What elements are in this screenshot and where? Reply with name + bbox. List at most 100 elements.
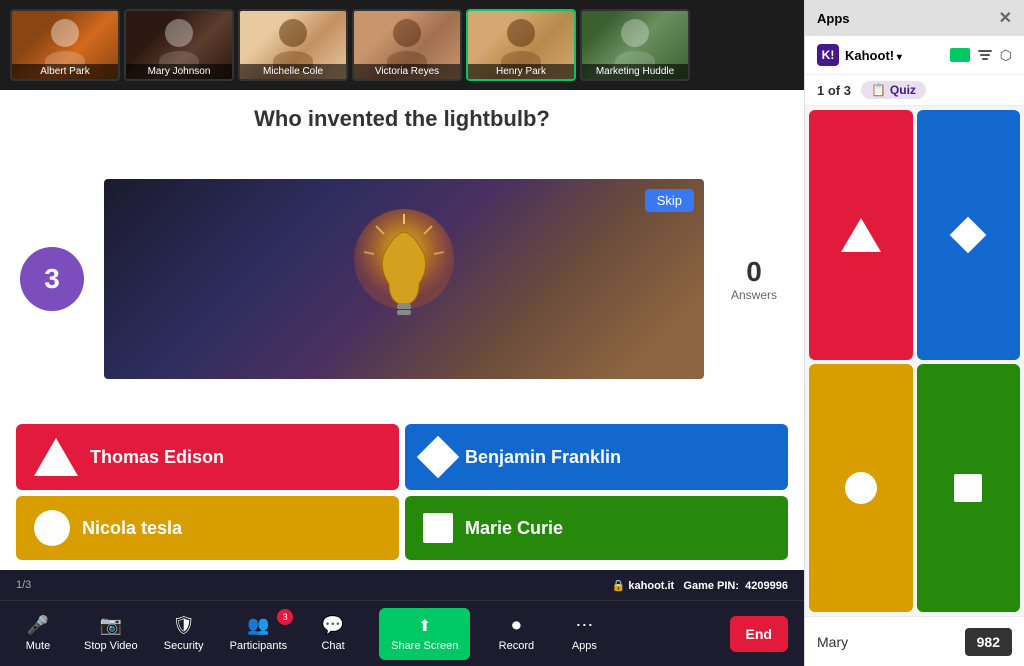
answers-grid: Thomas Edison Benjamin Franklin Nicola t… <box>0 416 804 570</box>
circle-shape-icon <box>845 472 877 504</box>
filter-line-3 <box>982 58 988 60</box>
answer-button-nicola[interactable]: Nicola tesla <box>16 496 399 560</box>
answer-button-benjamin[interactable]: Benjamin Franklin <box>405 424 788 490</box>
answers-label: Answers <box>724 288 784 302</box>
record-icon: ⏺ <box>512 615 521 636</box>
footer-pin-number: 4209996 <box>745 580 788 592</box>
close-icon[interactable]: ✕ <box>999 8 1012 28</box>
kahoot-sidebar: Apps ✕ K! Kahoot! ⬡ <box>804 0 1024 666</box>
answer-square-red[interactable] <box>809 110 913 360</box>
chat-icon: 💬 <box>322 615 344 636</box>
score-player-name: Mary <box>817 634 848 650</box>
score-value: 982 <box>965 628 1012 656</box>
kahoot-content: Who invented the lightbulb? 3 <box>0 90 804 600</box>
camera-icon: 📷 <box>100 615 122 636</box>
toolbar-record[interactable]: ⏺ Record <box>494 615 538 652</box>
skip-button[interactable]: Skip <box>645 189 694 212</box>
toolbar-mute[interactable]: 🎤 Mute <box>16 615 60 652</box>
answer-button-marie[interactable]: Marie Curie <box>405 496 788 560</box>
mic-icon: 🎤 <box>27 615 49 636</box>
toolbar-mute-label: Mute <box>26 640 50 652</box>
footer-pin: 🔒 kahoot.it Game PIN: 4209996 <box>612 579 788 592</box>
quiz-badge-emoji: 📋 <box>871 83 886 97</box>
answer-text-marie: Marie Curie <box>465 518 563 539</box>
apps-icon: ⋯ <box>575 615 593 636</box>
toolbar-share-screen[interactable]: ⬆ Share Screen <box>379 608 470 660</box>
toolbar-apps[interactable]: ⋯ Apps <box>562 615 606 652</box>
answer-square-blue[interactable] <box>917 110 1021 360</box>
video-name-albert: Albert Park <box>12 64 118 79</box>
lock-icon: 🔒 <box>612 580 626 592</box>
video-thumb-michelle[interactable]: Michelle Cole <box>238 9 348 81</box>
video-name-victoria: Victoria Reyes <box>354 64 460 79</box>
share-screen-button[interactable]: ⬆ Share Screen <box>379 608 470 660</box>
toolbar-video[interactable]: 📷 Stop Video <box>84 615 138 652</box>
video-name-mary: Mary Johnson <box>126 64 232 79</box>
toolbar-security[interactable]: 🛡 Security <box>162 615 206 652</box>
lightbulb-svg <box>344 204 464 354</box>
toolbar-record-label: Record <box>499 640 534 652</box>
toolbar-apps-label: Apps <box>572 640 597 652</box>
triangle-icon-thomas <box>34 438 78 476</box>
security-icon: 🛡 <box>172 615 195 636</box>
diamond-shape-icon <box>950 217 987 254</box>
answer-square-green[interactable] <box>917 364 1021 612</box>
page-indicator: 1/3 <box>16 579 31 591</box>
answers-number: 0 <box>724 256 784 288</box>
end-button[interactable]: End <box>730 616 788 652</box>
footer-pin-label: Game PIN: <box>683 580 739 592</box>
quiz-bar: 1 of 3 📋 Quiz <box>805 75 1024 106</box>
kahoot-k-logo: K! <box>817 44 839 66</box>
zoom-area: Albert Park Mary Johnson <box>0 0 804 666</box>
toolbar-chat[interactable]: 💬 Chat <box>311 615 355 652</box>
filter-icon-inner <box>978 50 992 60</box>
filter-line-2 <box>980 54 990 56</box>
toolbar: 🎤 Mute 📷 Stop Video 🛡 Security 👥 3 Parti… <box>0 600 804 666</box>
participants-icon: 👥 <box>247 615 269 636</box>
square-shape-icon <box>954 474 982 502</box>
kahoot-logo-area: K! Kahoot! <box>817 44 902 66</box>
footer-site: kahoot.it <box>628 580 674 592</box>
video-thumb-henry[interactable]: Henry Park <box>466 9 576 81</box>
kahoot-app-name[interactable]: Kahoot! <box>845 48 902 63</box>
video-name-henry: Henry Park <box>468 64 574 79</box>
answer-text-benjamin: Benjamin Franklin <box>465 447 621 468</box>
circle-icon-nicola <box>34 510 70 546</box>
filter-icon[interactable] <box>978 50 992 60</box>
video-thumb-mary[interactable]: Mary Johnson <box>124 9 234 81</box>
answer-button-thomas[interactable]: Thomas Edison <box>16 424 399 490</box>
share-screen-icon: ⬆ <box>418 616 431 636</box>
quiz-badge-label: Quiz <box>890 83 916 97</box>
answers-counter: 0 Answers <box>724 256 784 302</box>
filter-line-1 <box>978 50 992 52</box>
question-text: Who invented the lightbulb? <box>0 90 804 142</box>
external-link-icon[interactable]: ⬡ <box>1000 47 1012 64</box>
participants-badge: 3 <box>277 609 293 625</box>
timer-value: 3 <box>44 263 60 295</box>
video-name-michelle: Michelle Cole <box>240 64 346 79</box>
video-thumb-victoria[interactable]: Victoria Reyes <box>352 9 462 81</box>
answer-text-thomas: Thomas Edison <box>90 447 224 468</box>
timer-circle: 3 <box>20 247 84 311</box>
quiz-badge: 📋 Quiz <box>861 81 926 99</box>
kahoot-app-icons: ⬡ <box>950 47 1012 64</box>
green-app-icon <box>950 48 970 62</box>
answer-squares-grid <box>805 106 1024 616</box>
answer-text-nicola: Nicola tesla <box>82 518 182 539</box>
diamond-icon-benjamin <box>417 436 459 478</box>
toolbar-participants-label: Participants <box>230 640 287 652</box>
toolbar-participants[interactable]: 👥 3 Participants <box>230 615 287 652</box>
question-body: 3 <box>0 142 804 416</box>
share-screen-label: Share Screen <box>391 640 458 652</box>
main-container: Albert Park Mary Johnson <box>0 0 1024 666</box>
video-thumb-marketing[interactable]: Marketing Huddle <box>580 9 690 81</box>
kahoot-app-bar: K! Kahoot! ⬡ <box>805 36 1024 75</box>
apps-panel-title: Apps <box>817 11 850 26</box>
footer-bar: 1/3 🔒 kahoot.it Game PIN: 4209996 <box>0 570 804 600</box>
video-thumb-albert[interactable]: Albert Park <box>10 9 120 81</box>
toolbar-video-label: Stop Video <box>84 640 138 652</box>
lightbulb-image: Skip <box>104 179 704 379</box>
toolbar-chat-label: Chat <box>321 640 344 652</box>
answer-square-yellow[interactable] <box>809 364 913 612</box>
video-name-marketing: Marketing Huddle <box>582 64 688 79</box>
